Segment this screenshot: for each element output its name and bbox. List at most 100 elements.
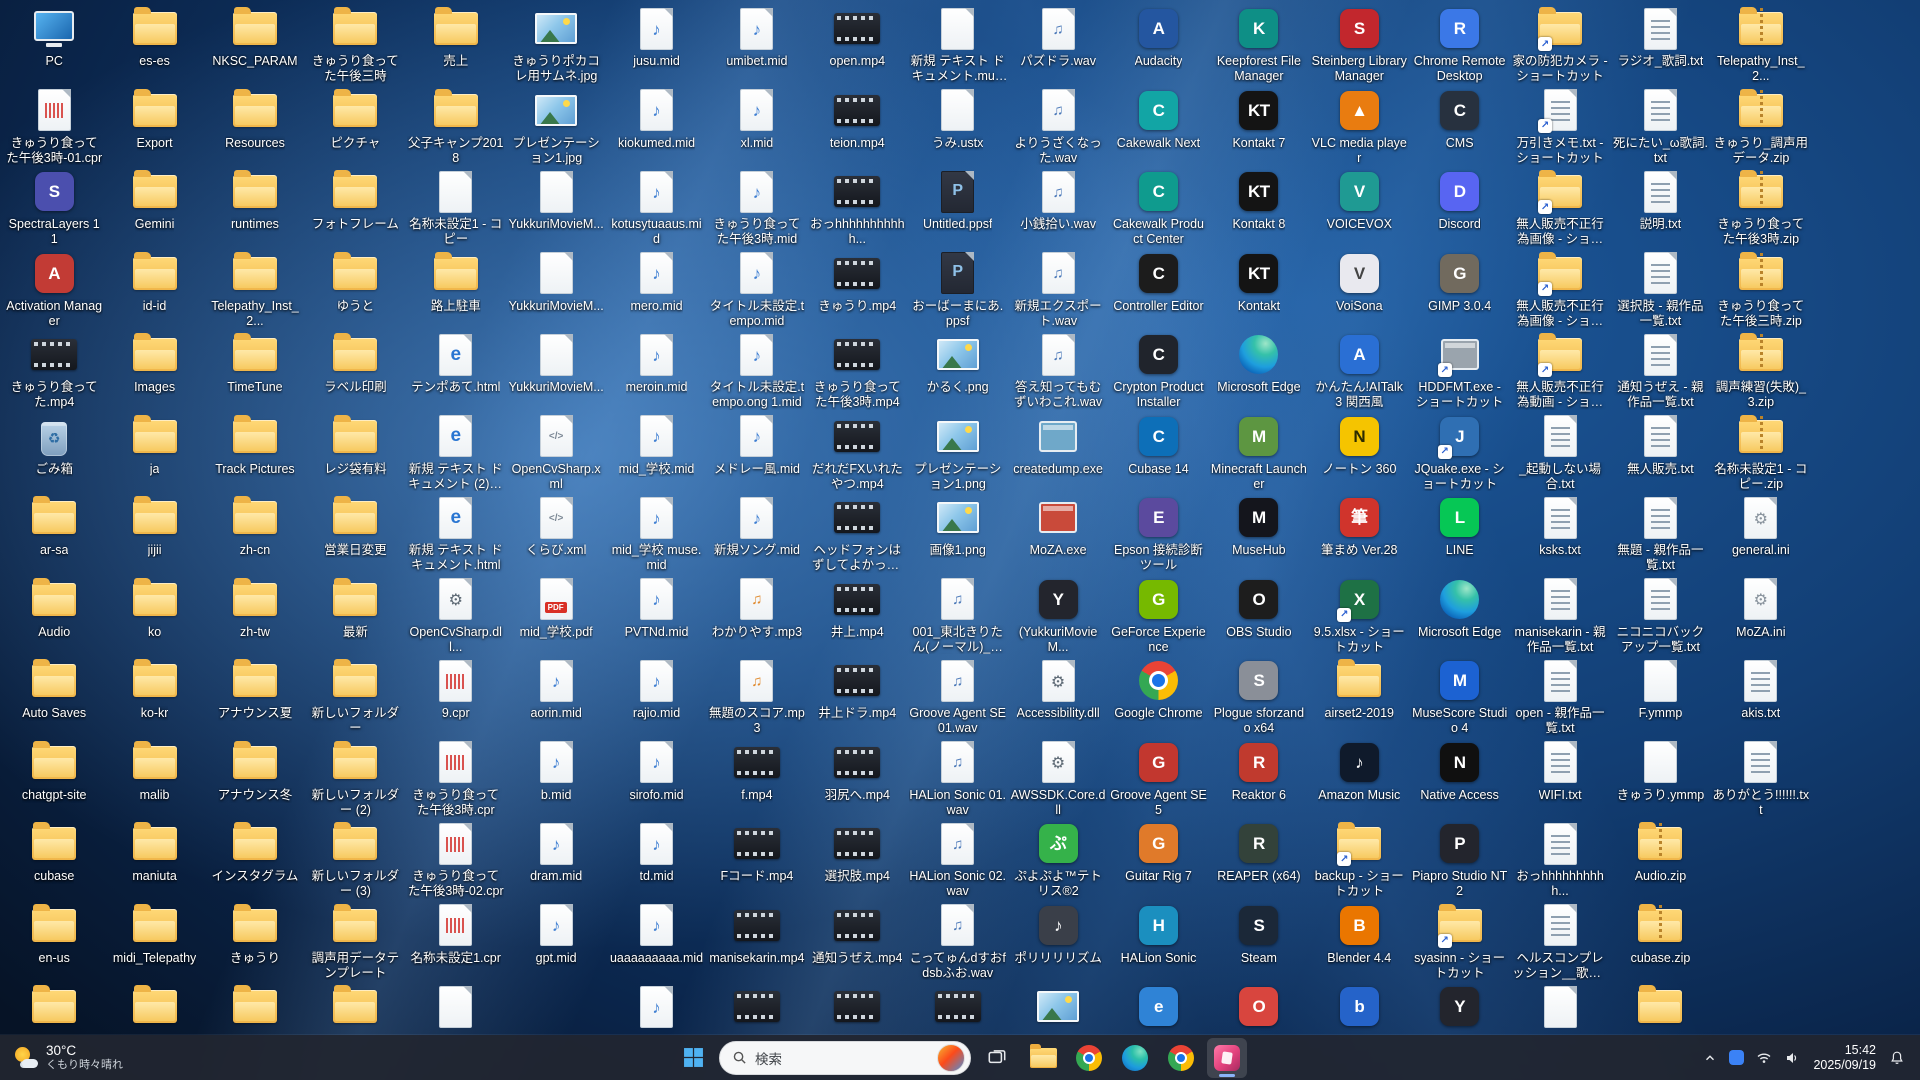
desktop-icon[interactable]: HHALion Sonic bbox=[1108, 899, 1208, 981]
desktop-icon[interactable]: 画像1.png bbox=[908, 491, 1008, 573]
desktop-icon[interactable]: ♪Amazon Music bbox=[1309, 736, 1409, 818]
desktop-icon[interactable]: だれだFXいれたやつ.mp4 bbox=[807, 410, 907, 492]
desktop-icon[interactable]: Y(YukkuriMovieM... bbox=[1008, 573, 1108, 655]
desktop-icon[interactable]: ラジオ_歌詞.txt bbox=[1610, 2, 1710, 84]
desktop-icon[interactable]: cubase.zip bbox=[1610, 899, 1710, 981]
desktop-icon[interactable]: きゅうり_調声用データ.zip bbox=[1711, 84, 1811, 166]
desktop-icon[interactable]: CCMS bbox=[1409, 84, 1509, 166]
network-button[interactable] bbox=[1751, 1040, 1777, 1076]
desktop-icon[interactable]: ゆうと bbox=[305, 247, 405, 329]
desktop-icon[interactable]: manisekarin - 親作品一覧.txt bbox=[1510, 573, 1610, 655]
desktop-icon[interactable]: 名称未設定1 - コピー.zip bbox=[1711, 410, 1811, 492]
desktop-icon[interactable]: VVOICEVOX bbox=[1309, 165, 1409, 247]
desktop-icon[interactable]: 無題 - 親作品一覧.txt bbox=[1610, 491, 1710, 573]
desktop-icon[interactable]: id-id bbox=[104, 247, 204, 329]
desktop-icon[interactable]: 羽尻へ.mp4 bbox=[807, 736, 907, 818]
desktop-icon[interactable]: TimeTune bbox=[205, 328, 305, 410]
desktop-icon[interactable]: cubase bbox=[4, 817, 104, 899]
desktop-icon[interactable]: X↗9.5.xlsx - ショートカット bbox=[1309, 573, 1409, 655]
desktop-icon[interactable]: CController Editor bbox=[1108, 247, 1208, 329]
desktop-icon[interactable]: akis.txt bbox=[1711, 654, 1811, 736]
desktop-icon[interactable]: Aかんたん!AITalk 3 関西風 bbox=[1309, 328, 1409, 410]
desktop-icon[interactable]: 通知うぜえ - 親作品一覧.txt bbox=[1610, 328, 1710, 410]
desktop-icon[interactable]: _起動しない場合.txt bbox=[1510, 410, 1610, 492]
desktop-icon[interactable]: 小銭拾い.wav bbox=[1008, 165, 1108, 247]
desktop-icon[interactable]: 営業日変更 bbox=[305, 491, 405, 573]
desktop-icon[interactable]: dram.mid bbox=[506, 817, 606, 899]
desktop-icon[interactable]: ↗無人販売不正行為画像 - ショートカッ... bbox=[1510, 165, 1610, 247]
desktop-icon[interactable]: zh-tw bbox=[205, 573, 305, 655]
google-chrome-profile-2-button[interactable] bbox=[1161, 1038, 1201, 1078]
microsoft-edge-button[interactable] bbox=[1115, 1038, 1155, 1078]
desktop-icon[interactable]: AAudacity bbox=[1108, 2, 1208, 84]
desktop-icon[interactable]: 路上駐車 bbox=[406, 247, 506, 329]
desktop-icon[interactable]: 新規 テキスト ドキュメント.html bbox=[406, 491, 506, 573]
desktop-icon[interactable]: Groove Agent SE 01.wav bbox=[908, 654, 1008, 736]
desktop-icon[interactable]: KTKontakt 8 bbox=[1209, 165, 1309, 247]
desktop-icon[interactable]: メドレー風.mid bbox=[707, 410, 807, 492]
desktop-icon[interactable]: xl.mid bbox=[707, 84, 807, 166]
desktop-icon[interactable]: airset2-2019 bbox=[1309, 654, 1409, 736]
desktop-icon[interactable]: Telepathy_Inst_2... bbox=[1711, 2, 1811, 84]
desktop-icon[interactable]: PC bbox=[4, 2, 104, 84]
desktop-icon[interactable]: Auto Saves bbox=[4, 654, 104, 736]
desktop-icon[interactable]: MMuseScore Studio 4 bbox=[1409, 654, 1509, 736]
desktop-icon[interactable]: 新規 テキスト ドキュメント (2).html bbox=[406, 410, 506, 492]
desktop-icon[interactable]: GGroove Agent SE 5 bbox=[1108, 736, 1208, 818]
desktop-icon[interactable] bbox=[707, 980, 807, 1035]
desktop-icon[interactable]: ja bbox=[104, 410, 204, 492]
desktop-icon[interactable]: zh-cn bbox=[205, 491, 305, 573]
desktop-icon[interactable]: ↗syasinn - ショートカット bbox=[1409, 899, 1509, 981]
desktop-icon[interactable]: AActivation Manager bbox=[4, 247, 104, 329]
start-button[interactable] bbox=[673, 1038, 713, 1078]
desktop-icon[interactable] bbox=[606, 980, 706, 1035]
active-app-button[interactable] bbox=[1207, 1038, 1247, 1078]
desktop-icon[interactable]: BBlender 4.4 bbox=[1309, 899, 1409, 981]
desktop-icon[interactable] bbox=[1008, 980, 1108, 1035]
desktop-icon[interactable]: sirofo.mid bbox=[606, 736, 706, 818]
desktop-icon[interactable]: ↗backup - ショートカット bbox=[1309, 817, 1409, 899]
desktop-icon[interactable]: GGuitar Rig 7 bbox=[1108, 817, 1208, 899]
desktop-icon[interactable]: mid_学校.mid bbox=[606, 410, 706, 492]
desktop-icon[interactable]: アナウンス冬 bbox=[205, 736, 305, 818]
desktop-icon[interactable]: createdump.exe bbox=[1008, 410, 1108, 492]
desktop-icon[interactable]: maniuta bbox=[104, 817, 204, 899]
desktop-icon[interactable]: KKeepforest File Manager bbox=[1209, 2, 1309, 84]
desktop-icon[interactable]: MMuseHub bbox=[1209, 491, 1309, 573]
desktop-icon[interactable]: CCubase 14 bbox=[1108, 410, 1208, 492]
desktop-icon[interactable]: NKSC_PARAM bbox=[205, 2, 305, 84]
desktop-icon[interactable]: うみ.ustx bbox=[908, 84, 1008, 166]
desktop-icon[interactable]: VVoiSona bbox=[1309, 247, 1409, 329]
desktop-icon[interactable]: PVTNd.mid bbox=[606, 573, 706, 655]
desktop-icon[interactable]: aorin.mid bbox=[506, 654, 606, 736]
desktop-icon[interactable]: きゅうり.mp4 bbox=[807, 247, 907, 329]
desktop-icon[interactable]: 新しいフォルダー (3) bbox=[305, 817, 405, 899]
desktop-icon[interactable]: OOBS Studio bbox=[1209, 573, 1309, 655]
desktop-icon[interactable]: 選択肢 - 親作品一覧.txt bbox=[1610, 247, 1710, 329]
desktop-icon[interactable]: 無題のスコア.mp3 bbox=[707, 654, 807, 736]
desktop-icon[interactable]: SSteinberg Library Manager bbox=[1309, 2, 1409, 84]
widgets-button[interactable]: 30°C くもり時々晴れ bbox=[4, 1035, 133, 1080]
desktop-icon[interactable]: OpenCvSharp.xml bbox=[506, 410, 606, 492]
desktop-icon[interactable]: きゅうり食ってた午後3時-02.cpr bbox=[406, 817, 506, 899]
desktop-icon[interactable]: きゅうり食ってた午後3時.zip bbox=[1711, 165, 1811, 247]
desktop-icon[interactable]: 新しいフォルダー bbox=[305, 654, 405, 736]
desktop-icon[interactable]: ぷぷよぷよ™テトリス®2 bbox=[1008, 817, 1108, 899]
desktop-icon[interactable]: midi_Telepathy bbox=[104, 899, 204, 981]
desktop-icon[interactable]: general.ini bbox=[1711, 491, 1811, 573]
desktop-icon[interactable]: MoZA.ini bbox=[1711, 573, 1811, 655]
desktop-icon[interactable]: CCrypton Product Installer bbox=[1108, 328, 1208, 410]
desktop-icon[interactable]: タイトル未設定.tempo.mid bbox=[707, 247, 807, 329]
desktop-icon[interactable]: td.mid bbox=[606, 817, 706, 899]
desktop-icon[interactable]: b bbox=[1309, 980, 1409, 1035]
desktop-icon[interactable]: kotusytuaaus.mid bbox=[606, 165, 706, 247]
desktop-icon[interactable]: Google Chrome bbox=[1108, 654, 1208, 736]
desktop-icon[interactable]: おっhhhhhhhhhh... bbox=[1510, 817, 1610, 899]
desktop-icon[interactable]: MMinecraft Launcher bbox=[1209, 410, 1309, 492]
desktop-icon[interactable]: かるく.png bbox=[908, 328, 1008, 410]
desktop-icon[interactable]: きゅうり食ってた午後3時.mp4 bbox=[807, 328, 907, 410]
desktop-icon[interactable]: MoZA.exe bbox=[1008, 491, 1108, 573]
tray-app-button[interactable] bbox=[1724, 1040, 1749, 1076]
desktop-icon[interactable]: mero.mid bbox=[606, 247, 706, 329]
google-chrome-button[interactable] bbox=[1069, 1038, 1109, 1078]
